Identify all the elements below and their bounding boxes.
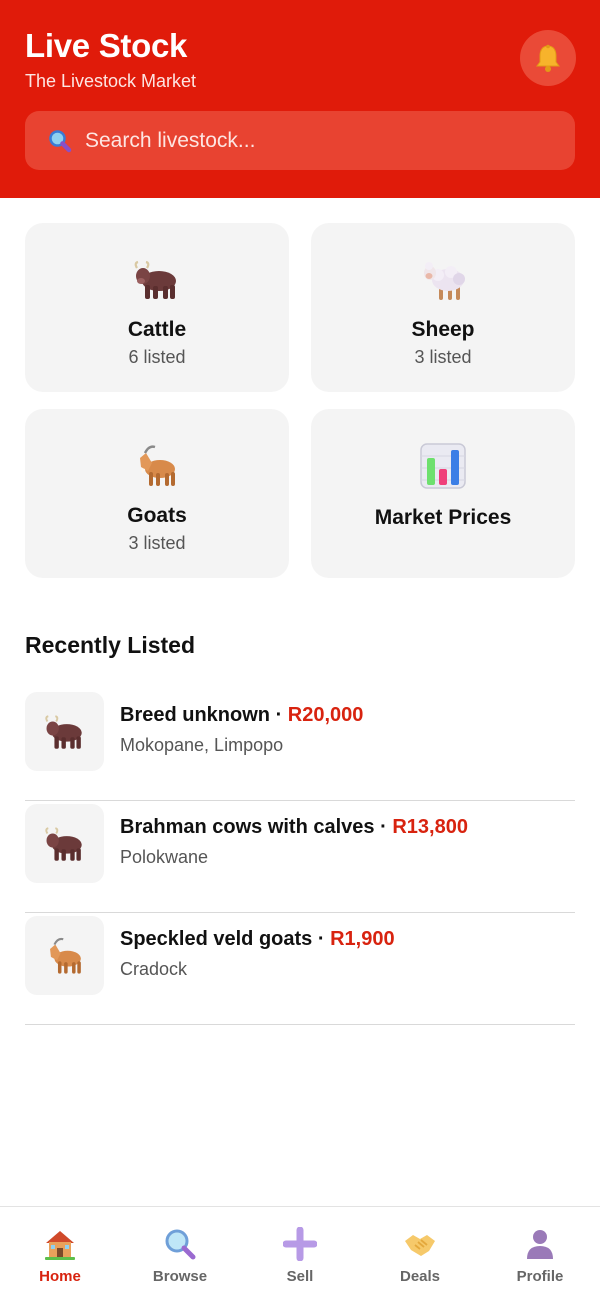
listing-price: R1,900 xyxy=(330,928,395,950)
category-count: 3 listed xyxy=(128,533,186,553)
category-card-market-prices[interactable]: Market Prices xyxy=(311,409,575,578)
nav-browse[interactable]: Browse xyxy=(120,1207,240,1298)
nav-sell[interactable]: Sell xyxy=(240,1207,360,1298)
listing-title-line: Speckled veld goats · R1,900 xyxy=(120,928,395,951)
nav-label: Sell xyxy=(286,1268,314,1285)
magnifier-icon xyxy=(49,129,72,152)
nav-profile[interactable]: Profile xyxy=(480,1207,600,1298)
listing-title: Brahman cows with calves xyxy=(120,816,375,838)
handshake-icon xyxy=(405,1235,435,1256)
bottom-navigation: Home Browse Sell Deals Profile xyxy=(0,1206,600,1298)
nav-label: Home xyxy=(39,1268,81,1285)
nav-home[interactable]: Home xyxy=(0,1207,120,1298)
nav-label: Browse xyxy=(152,1268,208,1285)
app-header: Live Stock The Livestock Market xyxy=(0,0,600,198)
goat-icon xyxy=(49,937,81,974)
goat-icon xyxy=(140,445,175,486)
ox-icon xyxy=(44,714,82,749)
list-item[interactable]: Speckled veld goats · R1,900 Cradock xyxy=(25,913,575,1025)
category-count: 3 listed xyxy=(414,347,472,367)
category-name: Market Prices xyxy=(374,506,512,529)
listing-location: Mokopane, Limpopo xyxy=(120,735,284,755)
ox-icon xyxy=(44,826,82,861)
listing-thumbnail xyxy=(25,692,104,771)
listing-separator: · xyxy=(312,928,331,950)
ox-icon xyxy=(134,260,176,299)
bar-chart-icon xyxy=(420,443,466,489)
category-name: Goats xyxy=(127,504,187,527)
listing-thumbnail xyxy=(25,804,104,883)
magnifier-icon xyxy=(165,1229,196,1260)
listing-location: Cradock xyxy=(120,959,188,979)
listing-price: R20,000 xyxy=(287,704,364,726)
section-title: Recently Listed xyxy=(25,632,195,658)
listing-separator: · xyxy=(374,816,393,838)
category-card-sheep[interactable]: Sheep 3 listed xyxy=(311,223,575,392)
house-icon xyxy=(45,1231,75,1260)
nav-deals[interactable]: Deals xyxy=(360,1207,480,1298)
listing-title-line: Breed unknown · R20,000 xyxy=(120,704,363,727)
category-name: Cattle xyxy=(127,318,187,341)
nav-label: Deals xyxy=(399,1268,441,1285)
app-subtitle: The Livestock Market xyxy=(25,71,197,91)
category-name: Sheep xyxy=(411,318,475,341)
notifications-button[interactable] xyxy=(520,30,576,86)
bell-icon xyxy=(536,44,560,72)
search-input[interactable] xyxy=(85,128,525,153)
listing-price: R13,800 xyxy=(392,816,468,838)
category-card-goats[interactable]: Goats 3 listed xyxy=(25,409,289,578)
app-title: Live Stock xyxy=(25,27,188,64)
category-card-cattle[interactable]: Cattle 6 listed xyxy=(25,223,289,392)
list-item[interactable]: Breed unknown · R20,000 Mokopane, Limpop… xyxy=(25,689,575,801)
person-icon xyxy=(527,1230,553,1259)
listing-title: Speckled veld goats xyxy=(120,928,313,950)
listing-title: Breed unknown xyxy=(120,704,271,726)
search-bar[interactable] xyxy=(25,111,575,170)
nav-label: Profile xyxy=(516,1268,564,1285)
plus-icon xyxy=(283,1227,317,1261)
listing-separator: · xyxy=(270,704,288,726)
listing-location: Polokwane xyxy=(120,847,209,867)
listing-thumbnail xyxy=(25,916,104,995)
listing-title-line: Brahman cows with calves · R13,800 xyxy=(120,816,468,839)
category-count: 6 listed xyxy=(128,347,186,367)
list-item[interactable]: Brahman cows with calves · R13,800 Polok… xyxy=(25,801,575,913)
sheep-icon xyxy=(424,262,465,300)
